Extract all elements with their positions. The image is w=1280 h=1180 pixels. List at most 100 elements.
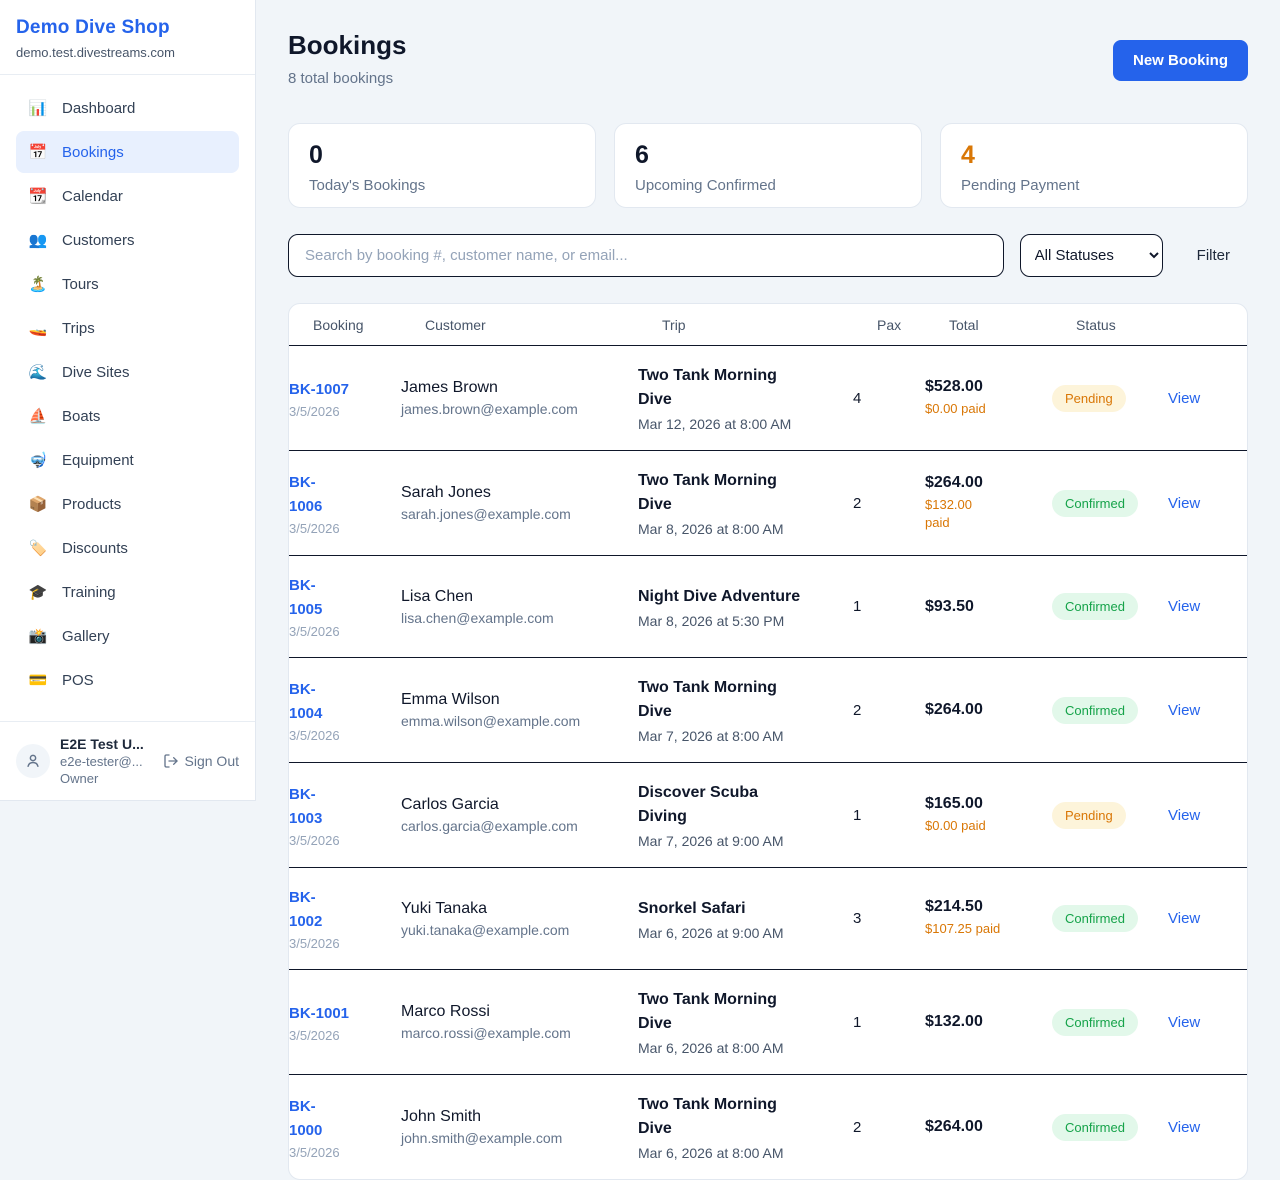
total-amount: $214.50 bbox=[925, 898, 1052, 916]
customer-email: marco.rossi@example.com bbox=[401, 1025, 638, 1041]
view-link[interactable]: View bbox=[1168, 1119, 1247, 1136]
booking-cell: BK- 10043/5/2026 bbox=[289, 678, 401, 743]
sidebar-item-dashboard[interactable]: 📊Dashboard bbox=[16, 87, 239, 129]
booking-id-link[interactable]: BK- 1000 bbox=[289, 1095, 401, 1143]
customer-cell: Emma Wilsonemma.wilson@example.com bbox=[401, 691, 638, 729]
total-cell: $93.50 bbox=[925, 598, 1052, 616]
user-role: Owner bbox=[60, 771, 153, 786]
shop-domain: demo.test.divestreams.com bbox=[16, 45, 239, 60]
total-cell: $264.00 $132.00 paid bbox=[925, 474, 1052, 532]
trip-datetime: Mar 8, 2026 at 5:30 PM bbox=[638, 613, 853, 629]
view-link[interactable]: View bbox=[1168, 495, 1247, 512]
trip-name: Two Tank Morning Dive bbox=[638, 988, 853, 1036]
status-cell: Confirmed bbox=[1052, 1114, 1168, 1141]
booking-id-link[interactable]: BK- 1004 bbox=[289, 678, 401, 726]
status-select[interactable]: All Statuses bbox=[1020, 234, 1163, 277]
sidebar-item-customers[interactable]: 👥Customers bbox=[16, 219, 239, 261]
booking-id-link[interactable]: BK- 1005 bbox=[289, 574, 401, 622]
customer-email: yuki.tanaka@example.com bbox=[401, 922, 638, 938]
table-row: BK- 10033/5/2026Carlos Garciacarlos.garc… bbox=[289, 763, 1247, 868]
status-cell: Confirmed bbox=[1052, 1009, 1168, 1036]
sidebar-item-trips[interactable]: 🚤Trips bbox=[16, 307, 239, 349]
shop-name: Demo Dive Shop bbox=[16, 17, 239, 39]
sidebar-item-dive-sites[interactable]: 🌊Dive Sites bbox=[16, 351, 239, 393]
total-cell: $528.00 $0.00 paid bbox=[925, 378, 1052, 418]
column-header: Customer bbox=[425, 317, 662, 333]
booking-date: 3/5/2026 bbox=[289, 1145, 401, 1160]
total-amount: $528.00 bbox=[925, 378, 1052, 396]
user-name: E2E Test U... bbox=[60, 736, 153, 752]
status-cell: Confirmed bbox=[1052, 697, 1168, 724]
customer-cell: Carlos Garciacarlos.garcia@example.com bbox=[401, 796, 638, 834]
pax-value: 1 bbox=[853, 807, 925, 824]
view-link[interactable]: View bbox=[1168, 702, 1247, 719]
column-header: Trip bbox=[662, 317, 877, 333]
sidebar-item-tours[interactable]: 🏝️Tours bbox=[16, 263, 239, 305]
view-link[interactable]: View bbox=[1168, 598, 1247, 615]
view-link[interactable]: View bbox=[1168, 910, 1247, 927]
sign-out-icon bbox=[163, 753, 179, 769]
booking-id-link[interactable]: BK- 1006 bbox=[289, 471, 401, 519]
sidebar-item-discounts[interactable]: 🏷️Discounts bbox=[16, 527, 239, 569]
booking-id-link[interactable]: BK-1001 bbox=[289, 1002, 401, 1026]
trip-datetime: Mar 8, 2026 at 8:00 AM bbox=[638, 521, 853, 537]
new-booking-button[interactable]: New Booking bbox=[1113, 40, 1248, 81]
sidebar-item-calendar[interactable]: 📆Calendar bbox=[16, 175, 239, 217]
sidebar-item-bookings[interactable]: 📅Bookings bbox=[16, 131, 239, 173]
total-amount: $93.50 bbox=[925, 598, 1052, 616]
pax-value: 2 bbox=[853, 495, 925, 512]
search-input[interactable] bbox=[288, 234, 1004, 277]
sidebar-item-label: Customers bbox=[62, 232, 135, 249]
pax-value: 2 bbox=[853, 702, 925, 719]
total-cell: $165.00$0.00 paid bbox=[925, 795, 1052, 835]
table-row: BK- 10053/5/2026Lisa Chenlisa.chen@examp… bbox=[289, 556, 1247, 658]
total-cell: $264.00 bbox=[925, 1118, 1052, 1136]
total-amount: $264.00 bbox=[925, 701, 1052, 719]
sidebar-item-label: Gallery bbox=[62, 628, 110, 645]
trip-cell: Two Tank Morning DiveMar 6, 2026 at 8:00… bbox=[638, 1093, 853, 1161]
sidebar-item-pos[interactable]: 💳POS bbox=[16, 659, 239, 701]
table-row: BK- 10063/5/2026Sarah Jonessarah.jones@e… bbox=[289, 451, 1247, 556]
sign-out-button[interactable]: Sign Out bbox=[163, 753, 239, 769]
booking-id-link[interactable]: BK- 1002 bbox=[289, 886, 401, 934]
stat-card: 6Upcoming Confirmed bbox=[614, 123, 922, 208]
status-cell: Confirmed bbox=[1052, 593, 1168, 620]
filter-button[interactable]: Filter bbox=[1197, 247, 1230, 264]
sidebar: Demo Dive Shop demo.test.divestreams.com… bbox=[0, 0, 256, 801]
status-badge: Pending bbox=[1052, 802, 1126, 829]
pax-value: 1 bbox=[853, 1014, 925, 1031]
booking-id-link[interactable]: BK-1007 bbox=[289, 378, 401, 402]
sidebar-item-training[interactable]: 🎓Training bbox=[16, 571, 239, 613]
view-link[interactable]: View bbox=[1168, 807, 1247, 824]
sidebar-item-boats[interactable]: ⛵Boats bbox=[16, 395, 239, 437]
booking-date: 3/5/2026 bbox=[289, 404, 401, 419]
trip-name: Two Tank Morning Dive bbox=[638, 364, 853, 412]
booking-cell: BK- 10023/5/2026 bbox=[289, 886, 401, 951]
customer-name: Yuki Tanaka bbox=[401, 900, 638, 918]
paid-amount: $0.00 paid bbox=[925, 400, 1052, 418]
trip-cell: Snorkel SafariMar 6, 2026 at 9:00 AM bbox=[638, 897, 853, 941]
sidebar-item-equipment[interactable]: 🤿Equipment bbox=[16, 439, 239, 481]
view-link[interactable]: View bbox=[1168, 1014, 1247, 1031]
column-header: Status bbox=[1076, 317, 1192, 333]
pax-value: 2 bbox=[853, 1119, 925, 1136]
page-header-text: Bookings 8 total bookings bbox=[288, 30, 406, 87]
customer-email: emma.wilson@example.com bbox=[401, 713, 638, 729]
stat-card: 0Today's Bookings bbox=[288, 123, 596, 208]
status-cell: Pending bbox=[1052, 385, 1168, 412]
view-link[interactable]: View bbox=[1168, 390, 1247, 407]
status-badge: Confirmed bbox=[1052, 490, 1138, 517]
total-amount: $264.00 bbox=[925, 474, 1052, 492]
stat-value: 0 bbox=[309, 141, 575, 170]
customer-email: lisa.chen@example.com bbox=[401, 610, 638, 626]
sidebar-item-products[interactable]: 📦Products bbox=[16, 483, 239, 525]
paid-amount: $132.00 paid bbox=[925, 496, 1052, 532]
sidebar-item-gallery[interactable]: 📸Gallery bbox=[16, 615, 239, 657]
trip-cell: Two Tank Morning DiveMar 12, 2026 at 8:0… bbox=[638, 364, 853, 432]
booking-cell: BK- 10033/5/2026 bbox=[289, 783, 401, 848]
credit-card-icon: 💳 bbox=[28, 671, 48, 689]
booking-id-link[interactable]: BK- 1003 bbox=[289, 783, 401, 831]
avatar bbox=[16, 744, 50, 778]
page-header: Bookings 8 total bookings New Booking bbox=[288, 30, 1248, 87]
user-email: e2e-tester@... bbox=[60, 754, 153, 769]
